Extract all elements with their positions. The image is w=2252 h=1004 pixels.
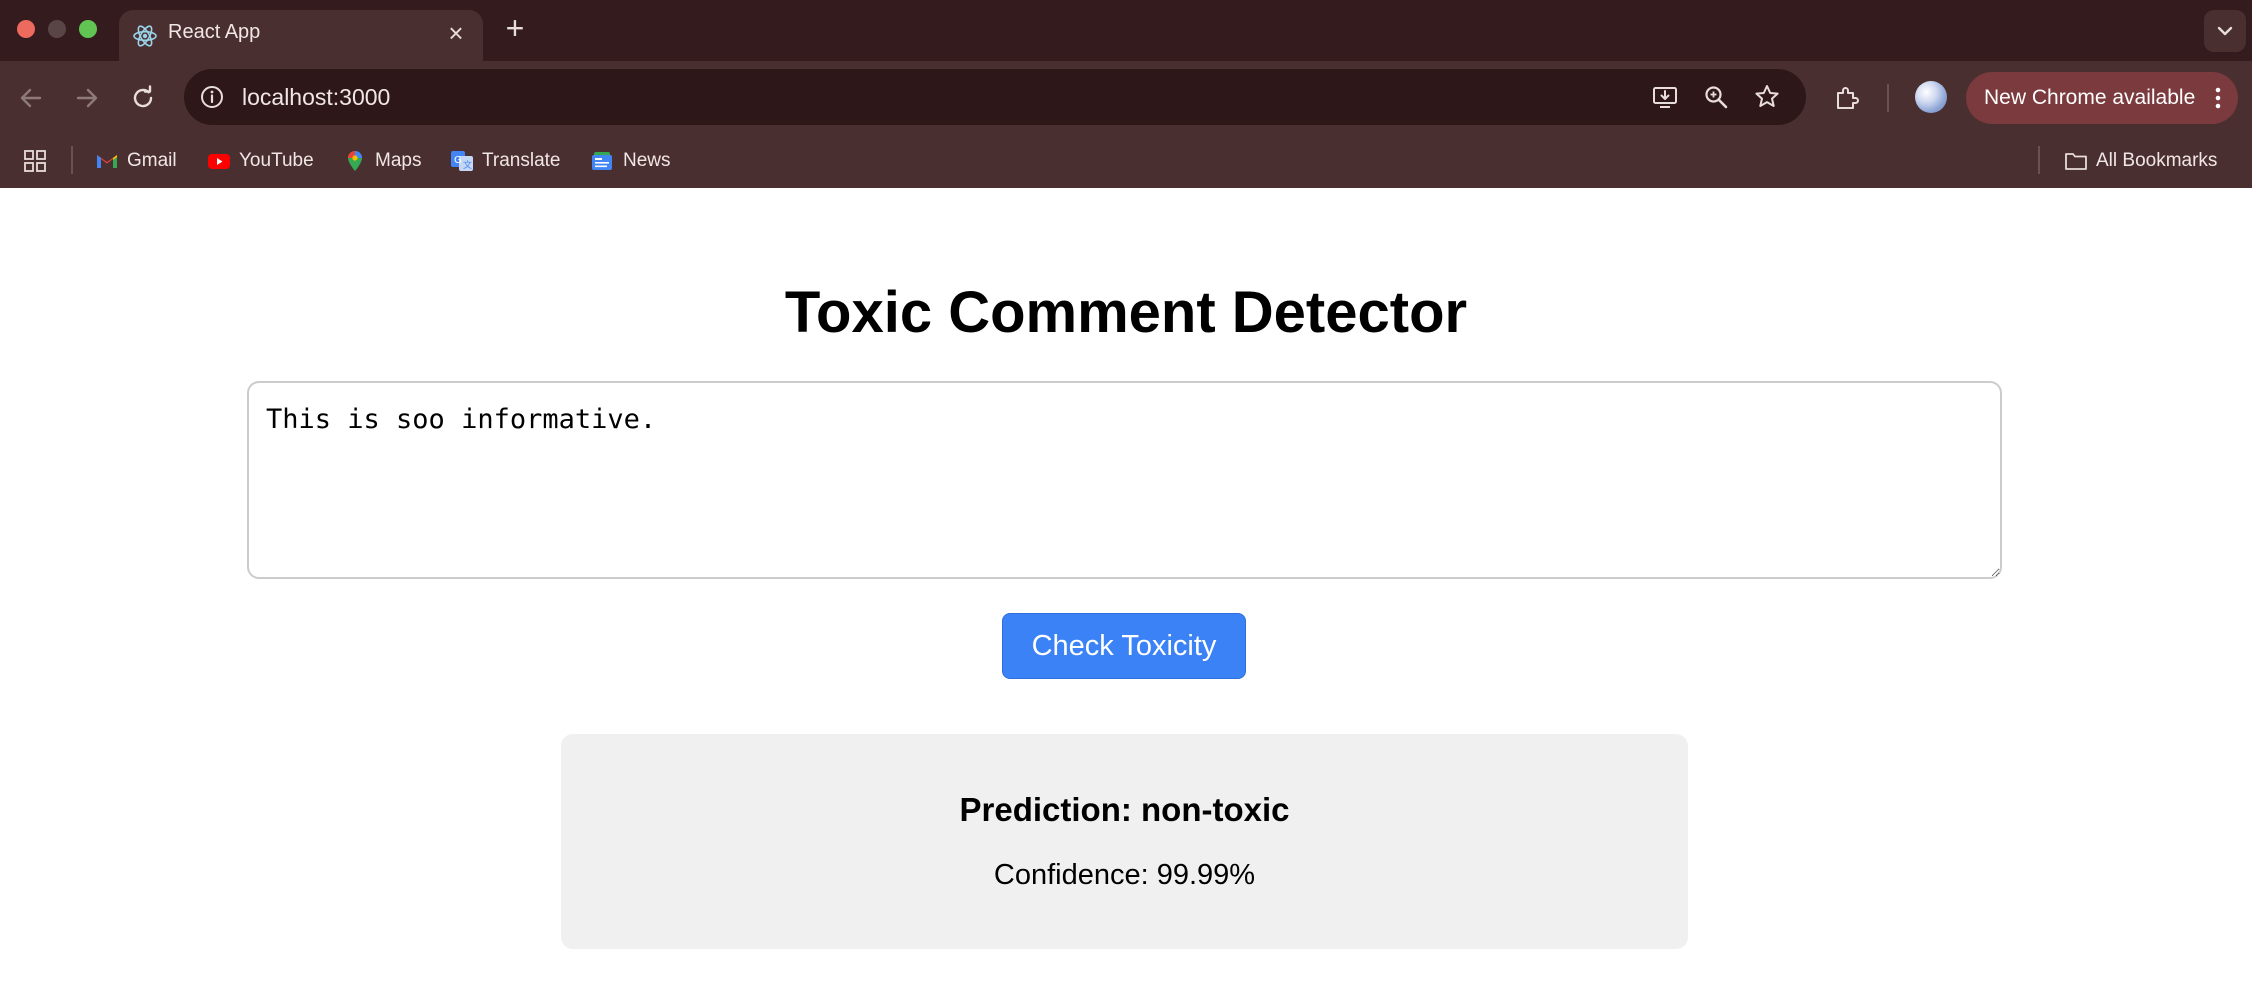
bookmark-translate[interactable]: G 文 Translate xyxy=(450,146,561,176)
extensions-icon[interactable] xyxy=(1831,82,1863,114)
page-title: Toxic Comment Detector xyxy=(784,280,1468,345)
bookmark-label: Translate xyxy=(482,150,561,171)
zoom-icon[interactable] xyxy=(1701,82,1731,112)
result-card: Prediction: non-toxic Confidence: 99.99% xyxy=(561,734,1688,949)
bookmark-label: YouTube xyxy=(239,150,314,171)
close-tab-icon[interactable]: × xyxy=(443,20,469,46)
bookmark-label: Maps xyxy=(375,150,422,171)
forward-icon[interactable] xyxy=(69,80,105,116)
tab-title: React App xyxy=(168,21,261,43)
bookmark-star-icon[interactable] xyxy=(1752,82,1782,112)
kebab-menu-icon[interactable] xyxy=(2208,82,2228,114)
bookmark-label: Gmail xyxy=(127,150,177,171)
url-text[interactable]: localhost:3000 xyxy=(242,83,390,111)
tab-react-app[interactable]: React App × xyxy=(119,10,483,61)
comment-input[interactable]: This is soo informative. xyxy=(247,381,2002,579)
svg-text:G: G xyxy=(454,155,462,166)
back-icon[interactable] xyxy=(13,80,49,116)
chevron-down-icon xyxy=(2217,26,2233,36)
all-bookmarks-button[interactable]: All Bookmarks xyxy=(2064,146,2217,176)
confidence-text: Confidence: 99.99% xyxy=(993,859,1256,891)
new-tab-icon[interactable]: + xyxy=(497,11,533,47)
tab-strip: React App × + xyxy=(0,0,2252,61)
bookmark-label: News xyxy=(623,150,671,171)
site-info-icon[interactable] xyxy=(196,81,228,113)
all-bookmarks-label: All Bookmarks xyxy=(2096,150,2218,171)
bookmarks-divider xyxy=(2038,146,2040,174)
maps-icon xyxy=(348,151,362,171)
new-chrome-available-button[interactable]: New Chrome available xyxy=(1966,72,2238,124)
tab-search-button[interactable] xyxy=(2204,10,2246,52)
minimize-window-button[interactable] xyxy=(48,20,66,38)
install-app-icon[interactable] xyxy=(1650,82,1680,112)
translate-icon: G 文 xyxy=(451,151,473,171)
bookmarks-divider xyxy=(71,146,73,174)
check-toxicity-button[interactable]: Check Toxicity xyxy=(1002,613,1246,679)
folder-icon xyxy=(2065,153,2087,170)
bookmark-youtube[interactable]: YouTube xyxy=(207,146,314,176)
news-icon xyxy=(592,152,612,170)
close-window-button[interactable] xyxy=(17,20,35,38)
profile-avatar[interactable] xyxy=(1915,81,1947,113)
react-icon xyxy=(133,25,157,47)
maximize-window-button[interactable] xyxy=(79,20,97,38)
address-bar[interactable]: localhost:3000 xyxy=(184,69,1806,125)
toolbar-divider xyxy=(1887,84,1889,112)
youtube-icon xyxy=(208,154,230,169)
browser-chrome: React App × + localhost:3000 New Chrome … xyxy=(0,0,2252,188)
app-page: Toxic Comment Detector This is soo infor… xyxy=(0,188,2252,1004)
bookmark-news[interactable]: News xyxy=(591,146,671,176)
bookmark-gmail[interactable]: Gmail xyxy=(95,146,177,176)
apps-grid-icon xyxy=(24,150,46,172)
gmail-icon xyxy=(97,155,117,168)
update-label: New Chrome available xyxy=(1984,86,2196,109)
svg-text:文: 文 xyxy=(463,159,472,171)
apps-button[interactable] xyxy=(23,146,47,176)
prediction-text: Prediction: non-toxic xyxy=(959,791,1290,828)
reload-icon[interactable] xyxy=(125,80,161,116)
bookmark-maps[interactable]: Maps xyxy=(343,146,421,176)
